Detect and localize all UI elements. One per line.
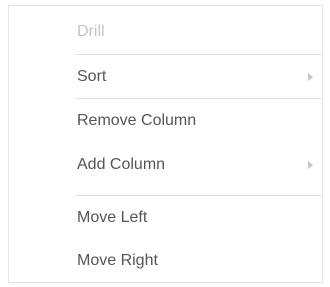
menu-item-move-left[interactable]: Move Left	[10, 196, 321, 240]
menu-item-drill: Drill	[10, 10, 321, 54]
menu-item-label: Sort	[77, 68, 107, 85]
menu-item-sort[interactable]: Sort	[10, 55, 321, 99]
menu-item-move-right[interactable]: Move Right	[10, 239, 321, 283]
menu-item-label: Remove Column	[77, 112, 197, 129]
menu-item-label: Move Left	[77, 209, 148, 226]
menu-item-remove-column[interactable]: Remove Column	[10, 99, 321, 143]
menu-item-label: Move Right	[77, 252, 158, 269]
chevron-right-icon	[308, 161, 313, 169]
menu-item-add-column[interactable]: Add Column	[10, 143, 321, 187]
menu-item-label: Drill	[77, 23, 105, 40]
context-menu: Drill Sort Remove Column Add Column Move…	[8, 5, 323, 283]
chevron-right-icon	[308, 73, 313, 81]
menu-item-label: Add Column	[77, 156, 166, 173]
